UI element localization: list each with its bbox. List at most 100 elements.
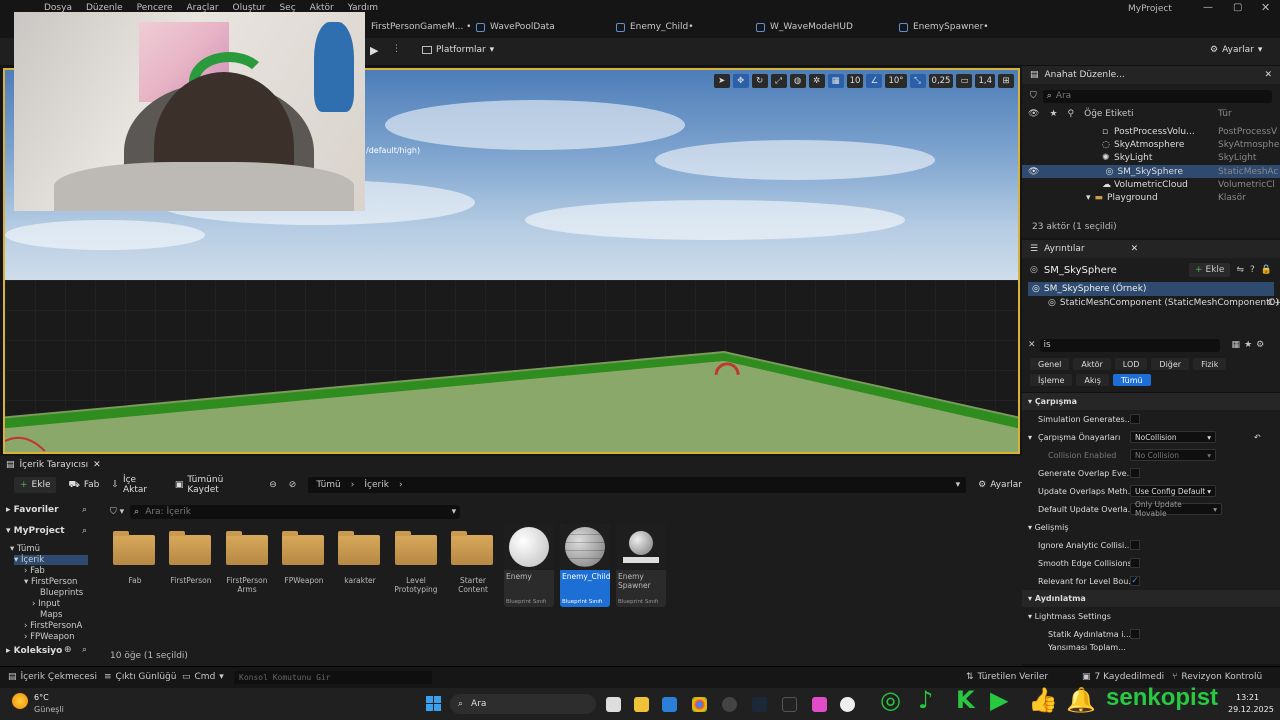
checkbox[interactable] <box>1130 414 1140 424</box>
outliner-row[interactable]: ☁ VolumetricCloud VolumetricCl <box>1022 178 1280 191</box>
tree-item-firstperson[interactable]: ▾ FirstPerson <box>24 577 77 587</box>
filter-actor[interactable]: Aktör <box>1073 358 1111 370</box>
platforms-button[interactable]: Platformlar ▾ <box>422 45 494 55</box>
reset-icon[interactable]: ↶ <box>1254 433 1261 442</box>
category-lightmass[interactable]: ▾ Lightmass Settings <box>1022 607 1280 625</box>
collision-presets-select[interactable]: NoCollision ▾ <box>1130 431 1216 443</box>
epic-games-icon[interactable] <box>782 697 797 712</box>
checkbox[interactable] <box>1130 468 1140 478</box>
output-log-button[interactable]: ≡ Çıktı Günlüğü <box>104 672 176 682</box>
tree-item-firstpersonarms[interactable]: › FirstPersonA <box>24 621 82 631</box>
category-advanced[interactable]: ▾ Gelişmiş <box>1022 518 1280 536</box>
visibility-icon[interactable]: 👁 <box>1028 109 1039 119</box>
pin-icon[interactable]: ⚲ <box>1068 109 1075 119</box>
revision-control-button[interactable]: ⑂ Revizyon Kontrolü <box>1172 672 1262 682</box>
back-icon[interactable]: ⊖ <box>269 480 277 490</box>
camera-speed-value[interactable]: 1,4 <box>975 74 995 88</box>
outliner-row[interactable]: ✺ SkyLight SkyLight <box>1022 152 1280 165</box>
grid-snap-icon[interactable]: ▦ <box>827 74 844 88</box>
table-view-icon[interactable]: ▦ <box>1232 340 1241 350</box>
world-space-icon[interactable]: ◍ <box>789 74 806 88</box>
asset-enemy-child[interactable]: Enemy_Child Blueprint Sınıfı <box>560 524 610 607</box>
derived-data-button[interactable]: ⇅ Türetilen Veriler <box>966 672 1048 682</box>
asset-enemy-spawner[interactable]: Enemy Spawner Blueprint Sınıfı <box>616 524 666 607</box>
search-icon[interactable]: ⌕ <box>82 645 87 655</box>
maximize-icon[interactable]: ▢ <box>1233 2 1242 13</box>
folder-fab[interactable] <box>113 531 155 565</box>
scale-snap-icon[interactable]: ⤡ <box>909 74 926 88</box>
tree-item-blueprints[interactable]: Blueprints <box>40 588 83 598</box>
tree-item-content[interactable]: ▾ İçerik <box>14 555 88 565</box>
search-icon[interactable]: ⌕ <box>82 505 87 515</box>
checkbox[interactable] <box>1130 540 1140 550</box>
filter-icon[interactable]: ⛉ <box>1030 91 1037 101</box>
scale-snap-value[interactable]: 0,25 <box>928 74 954 88</box>
category-collision[interactable]: ▾ Çarpışma <box>1022 393 1280 410</box>
settings-button[interactable]: ⚙ Ayarlar ▾ <box>1210 45 1262 55</box>
store-icon[interactable] <box>662 697 677 712</box>
close-window-icon[interactable]: ✕ <box>1261 1 1270 14</box>
cmd-button[interactable]: ▭ Cmd ▾ <box>182 672 224 682</box>
task-view-icon[interactable] <box>606 697 621 712</box>
details-tab[interactable]: ☰ Ayrıntılar ✕ <box>1022 240 1280 258</box>
app-icon[interactable] <box>722 697 737 712</box>
checkbox[interactable] <box>1130 629 1140 639</box>
add-component-button[interactable]: + Ekle <box>1188 263 1231 277</box>
outliner-row[interactable]: ◌ SkyAtmosphere SkyAtmosphe <box>1022 138 1280 151</box>
play-icon[interactable]: ▶ <box>370 44 378 57</box>
close-tab-icon[interactable]: ✕ <box>1131 244 1139 254</box>
tab-enemyspawner[interactable]: EnemySpawner• <box>893 16 995 38</box>
filter-all[interactable]: Tümü <box>1112 374 1151 386</box>
breadcrumb-all[interactable]: Tümü <box>316 480 340 490</box>
default-update-select[interactable]: Only Update Movable ▾ <box>1130 500 1222 518</box>
chevron-down-icon[interactable]: ▾ <box>956 480 961 490</box>
collision-enabled-select[interactable]: No Collision ▾ <box>1130 449 1216 461</box>
details-search-input[interactable]: is <box>1039 338 1220 352</box>
app-icon[interactable] <box>812 697 827 712</box>
outliner-row[interactable]: ▫ PostProcessVolu... PostProcessV <box>1022 125 1280 138</box>
folder-firstperson-arms[interactable] <box>226 531 268 565</box>
tree-item-maps[interactable]: Maps <box>40 610 62 620</box>
save-all-button[interactable]: ▣ Tümünü Kaydet <box>175 475 257 495</box>
category-lighting[interactable]: ▾ Aydınlatma <box>1022 590 1280 607</box>
outliner-tab[interactable]: ▤ Anahat Düzenle... ✕ <box>1022 66 1280 84</box>
filter-rendering[interactable]: İşleme <box>1030 374 1073 386</box>
tab-wavepooldata[interactable]: WavePoolData <box>470 16 561 38</box>
minimize-icon[interactable]: — <box>1203 2 1213 13</box>
add-button[interactable]: + Ekle <box>14 477 57 493</box>
component-instance-row[interactable]: ◎ SM_SkySphere (Örnek) <box>1028 282 1274 296</box>
start-icon[interactable] <box>426 696 441 711</box>
rotation-snap-value[interactable]: 10° <box>885 74 907 88</box>
forward-icon[interactable]: ⊘ <box>289 480 297 490</box>
tree-item-fpweapon[interactable]: › FPWeapon <box>24 632 74 642</box>
breadcrumb-content[interactable]: İçerik <box>364 480 389 490</box>
folder-level-prototyping[interactable] <box>395 531 437 565</box>
gear-icon[interactable]: ⚙ <box>1256 340 1264 350</box>
tab-firstpersongamemode[interactable]: FirstPersonGameM... • <box>365 16 478 38</box>
outliner-row[interactable]: ▾ ▬ Playground Klasör <box>1022 191 1280 204</box>
star-icon[interactable]: ★ <box>1244 340 1252 350</box>
visibility-icon[interactable]: 👁 <box>1028 167 1039 177</box>
select-mode-icon[interactable]: ➤ <box>713 74 730 88</box>
filter-icon[interactable]: ⛉ ▾ <box>110 507 124 517</box>
unsaved-button[interactable]: ▣ 7 Kaydedilmedi <box>1082 672 1164 682</box>
tree-item-input[interactable]: › Input <box>32 599 60 609</box>
add-collection-icon[interactable]: ⊕ <box>64 645 72 655</box>
asset-enemy[interactable]: Enemy Blueprint Sınıfı <box>504 524 554 607</box>
unreal-engine-icon[interactable] <box>840 697 855 712</box>
layout-icon[interactable]: ⊞ <box>998 74 1014 88</box>
rotate-icon[interactable]: ↻ <box>751 74 768 88</box>
steam-icon[interactable] <box>752 697 767 712</box>
filter-lod[interactable]: LOD <box>1114 358 1148 370</box>
help-icon[interactable]: ? <box>1250 265 1255 275</box>
taskbar-search[interactable]: ⌕ Ara <box>450 694 596 714</box>
folder-fpweapon[interactable] <box>282 531 324 565</box>
camera-speed-icon[interactable]: ▭ <box>956 74 973 88</box>
folder-karakter[interactable] <box>338 531 380 565</box>
content-drawer-button[interactable]: ▤ İçerik Çekmecesi <box>8 672 97 682</box>
weather-icon[interactable] <box>12 693 28 709</box>
filter-physics[interactable]: Fizik <box>1193 358 1227 370</box>
outliner-row-selected[interactable]: 👁 ◎ SM_SkySphere StaticMeshAc <box>1022 164 1280 179</box>
import-button[interactable]: ⇩ İçe Aktar <box>111 475 163 495</box>
clear-search-icon[interactable]: ✕ <box>1028 340 1036 350</box>
